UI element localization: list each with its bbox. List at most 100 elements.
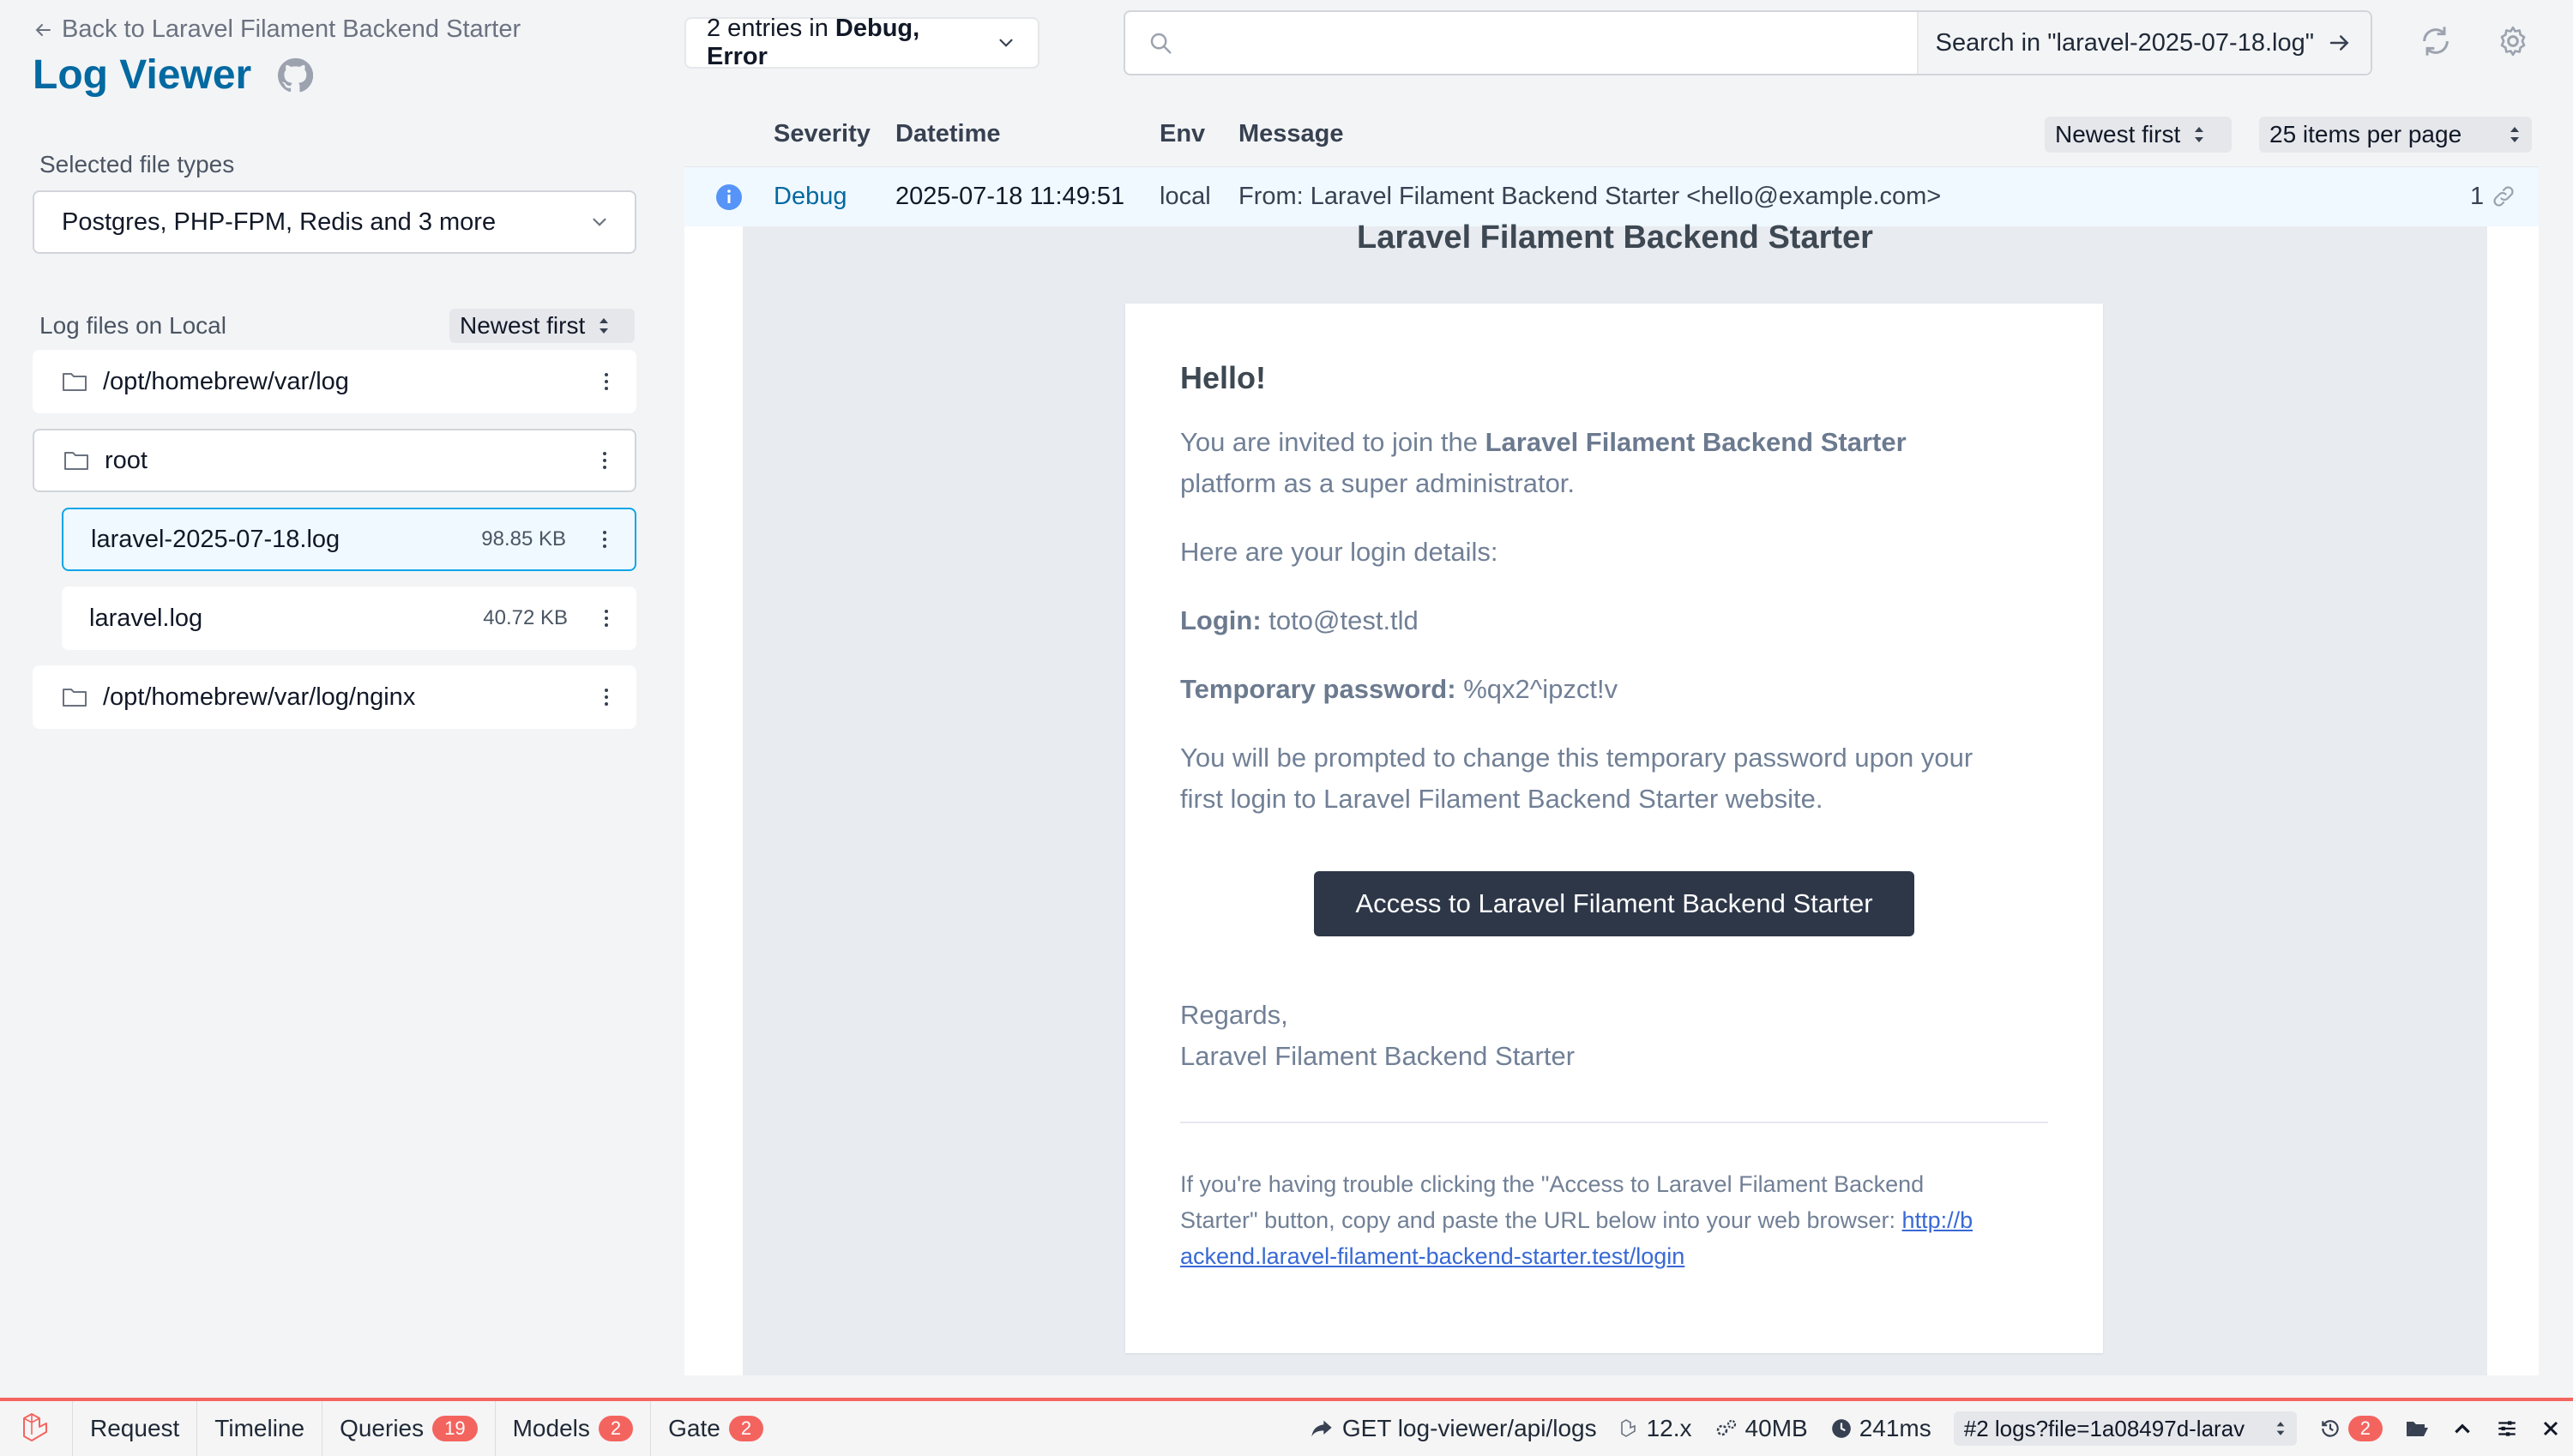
folder-name: root — [105, 447, 600, 475]
header-env[interactable]: Env — [1160, 120, 1205, 148]
gate-badge: 2 — [729, 1416, 763, 1441]
log-sort-value: Newest first — [2055, 121, 2180, 148]
close-icon[interactable] — [2540, 1418, 2561, 1439]
search-icon — [1148, 30, 1173, 56]
file-row-selected[interactable]: laravel-2025-07-18.log 98.85 KB — [62, 508, 636, 571]
back-link[interactable]: Back to Laravel Filament Backend Starter — [33, 15, 521, 44]
tab-gate[interactable]: Gate2 — [651, 1401, 780, 1456]
history-badge: 2 — [2348, 1416, 2383, 1441]
file-size: 40.72 KB — [483, 606, 568, 630]
log-datetime: 2025-07-18 11:49:51 — [895, 183, 1124, 211]
debug-bar: Request Timeline Queries19 Models2 Gate2… — [0, 1398, 2573, 1456]
route-info: GET log-viewer/api/logs — [1310, 1415, 1597, 1442]
chevron-down-icon — [588, 211, 611, 233]
tab-queries[interactable]: Queries19 — [322, 1401, 496, 1456]
history-icon — [2319, 1417, 2341, 1440]
chevron-up-icon[interactable] — [2451, 1417, 2474, 1440]
laravel-small-icon — [1619, 1418, 1640, 1439]
email-prompt: You will be prompted to change this temp… — [1180, 737, 2072, 820]
search-box: Search in "laravel-2025-07-18.log" — [1124, 10, 2372, 75]
file-types-select[interactable]: Postgres, PHP-FPM, Redis and 3 more — [33, 190, 636, 254]
file-types-label: Selected file types — [39, 151, 234, 178]
updown-icon — [2508, 123, 2522, 146]
tab-request[interactable]: Request — [73, 1401, 197, 1456]
info-icon — [715, 184, 743, 211]
log-env: local — [1160, 183, 1211, 211]
tab-models[interactable]: Models2 — [496, 1401, 652, 1456]
email-password: Temporary password: %qx2^ipzct!v — [1180, 669, 1618, 710]
file-size: 98.85 KB — [481, 527, 566, 551]
header-message[interactable]: Message — [1238, 120, 1344, 148]
back-link-label: Back to Laravel Filament Backend Starter — [62, 15, 521, 44]
level-filter-button[interactable]: 2 entries in Debug, Error — [684, 17, 1039, 69]
folder-icon — [62, 370, 87, 393]
folder-icon — [62, 686, 87, 708]
per-page-value: 25 items per page — [2269, 121, 2462, 148]
laravel-logo-icon[interactable] — [0, 1401, 73, 1456]
queries-badge: 19 — [432, 1416, 477, 1441]
more-options-icon[interactable] — [602, 689, 611, 706]
folder-open-icon[interactable] — [2405, 1418, 2429, 1439]
search-button-label: Search in "laravel-2025-07-18.log" — [1936, 29, 2314, 57]
email-regards: Regards,Laravel Filament Backend Starter — [1180, 995, 1575, 1077]
cogs-icon — [1714, 1418, 1738, 1439]
search-field[interactable] — [1125, 12, 1917, 74]
entries-count: 2 entries in Debug, Error — [707, 15, 986, 71]
email-divider — [1180, 1122, 2048, 1123]
request-history-select[interactable]: #2 logs?file=1a08497d-larav — [1954, 1411, 2297, 1446]
github-icon[interactable] — [277, 57, 313, 93]
file-name: laravel.log — [89, 605, 483, 633]
log-message: From: Laravel Filament Backend Starter <… — [1238, 183, 1941, 211]
share-icon — [1310, 1418, 1334, 1439]
time-info: 241ms — [1830, 1415, 1931, 1442]
refresh-icon[interactable] — [2419, 24, 2453, 58]
file-types-value: Postgres, PHP-FPM, Redis and 3 more — [62, 208, 496, 237]
app-title: Log Viewer — [33, 51, 313, 99]
email-url-link[interactable]: http://b — [1902, 1207, 1973, 1233]
email-login: Login: toto@test.tld — [1180, 600, 1419, 641]
file-row[interactable]: laravel.log 40.72 KB — [62, 587, 636, 650]
link-icon[interactable] — [2491, 184, 2516, 209]
folder-row[interactable]: /opt/homebrew/var/log/nginx — [33, 665, 636, 729]
arrow-right-icon — [2326, 30, 2353, 56]
version-info: 12.x — [1619, 1415, 1692, 1442]
header-severity[interactable]: Severity — [774, 120, 871, 148]
file-sort-select[interactable]: Newest first — [449, 309, 635, 343]
email-greeting: Hello! — [1180, 360, 1266, 396]
app-title-text: Log Viewer — [33, 51, 251, 99]
more-options-icon[interactable] — [602, 373, 611, 390]
folder-name: /opt/homebrew/var/log/nginx — [103, 683, 602, 712]
search-button[interactable]: Search in "laravel-2025-07-18.log" — [1917, 12, 2371, 74]
header-datetime[interactable]: Datetime — [895, 120, 1001, 148]
chevron-down-icon — [995, 32, 1017, 54]
history-button[interactable]: 2 — [2319, 1416, 2383, 1441]
file-name: laravel-2025-07-18.log — [91, 526, 481, 554]
email-details-intro: Here are your login details: — [1180, 532, 1497, 573]
email-header: Laravel Filament Backend Starter — [743, 220, 2487, 256]
email-url-link-cont[interactable]: ackend.laravel-filament-backend-starter.… — [1180, 1243, 1684, 1269]
updown-icon — [2192, 123, 2206, 146]
gear-icon[interactable] — [2496, 24, 2530, 58]
models-badge: 2 — [599, 1416, 633, 1441]
folder-icon — [63, 449, 89, 472]
memory-info: 40MB — [1714, 1415, 1808, 1442]
per-page-select[interactable]: 25 items per page — [2259, 117, 2532, 153]
clock-icon — [1830, 1417, 1853, 1440]
more-options-icon[interactable] — [600, 452, 609, 469]
folder-row[interactable]: root — [33, 429, 636, 492]
log-index: 1 — [2470, 183, 2484, 211]
access-button[interactable]: Access to Laravel Filament Backend Start… — [1314, 871, 1914, 936]
email-trouble-text: If you're having trouble clicking the "A… — [1180, 1166, 2055, 1274]
tab-timeline[interactable]: Timeline — [197, 1401, 322, 1456]
log-severity: Debug — [774, 183, 847, 211]
arrow-left-icon — [33, 20, 53, 40]
log-files-label: Log files on Local — [39, 312, 226, 340]
log-sort-select[interactable]: Newest first — [2045, 117, 2232, 153]
more-options-icon[interactable] — [602, 610, 611, 627]
updown-icon — [597, 315, 611, 337]
search-input[interactable] — [1187, 29, 1917, 57]
folder-row[interactable]: /opt/homebrew/var/log — [33, 350, 636, 413]
more-options-icon[interactable] — [600, 531, 609, 548]
email-invite: You are invited to join the Laravel Fila… — [1180, 422, 2055, 504]
sliders-icon[interactable] — [2496, 1417, 2518, 1440]
